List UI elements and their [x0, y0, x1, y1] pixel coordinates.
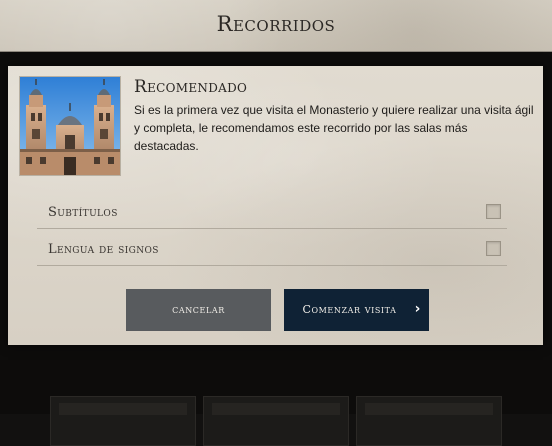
section-title: Recomendado	[134, 77, 248, 97]
background-card	[203, 396, 349, 446]
background-card	[356, 396, 502, 446]
background-card	[50, 396, 196, 446]
option-row-sign-language[interactable]: Lengua de signos	[37, 233, 507, 266]
chevron-right-icon: ›	[414, 301, 421, 317]
start-visit-button-label: Comenzar visita	[302, 303, 397, 316]
subtitles-label: Subtítulos	[48, 205, 118, 220]
option-row-subtitles[interactable]: Subtítulos	[37, 196, 507, 229]
sign-language-checkbox[interactable]	[486, 241, 501, 256]
subtitles-checkbox[interactable]	[486, 204, 501, 219]
tour-dialog: Recomendado Si es la primera vez que vis…	[8, 66, 543, 345]
cancel-button[interactable]: cancelar	[126, 289, 271, 331]
sign-language-label: Lengua de signos	[48, 242, 159, 257]
monastery-towers-image	[19, 76, 121, 176]
top-header: Recorridos	[0, 0, 552, 52]
section-description: Si es la primera vez que visita el Monas…	[134, 103, 534, 153]
start-visit-button[interactable]: Comenzar visita ›	[284, 289, 429, 331]
cancel-button-label: cancelar	[172, 303, 225, 316]
page-title: Recorridos	[216, 12, 336, 36]
